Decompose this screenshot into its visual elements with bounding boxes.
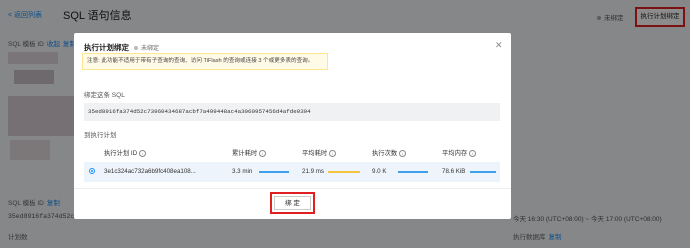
modal-status: 未绑定 [134,43,159,52]
avg-latency-bar [328,171,360,173]
bind-button-highlight[interactable]: 绑 定 [270,192,315,214]
bind-sql-label: 绑定这条 SQL [84,92,125,99]
close-icon[interactable]: ✕ [495,40,503,51]
exec-count-bar [398,171,428,173]
plan-id-cell: 3e1c324ac732a6b9fc408ea108... [104,168,196,175]
total-latency-cell: 3.3 min [232,168,253,175]
col-exec-count: 执行次数 i [372,148,407,157]
info-icon: i [399,149,407,157]
col-avg-memory: 平均内存 i [442,148,477,157]
warning-banner: 注意: 此功能不适用于带有子查询的查询、访问 TiFlash 的查询或连接 3 … [82,53,328,70]
col-plan-id: 执行计划 ID i [104,148,147,157]
status-dot-icon [134,46,138,51]
modal-footer-divider [74,188,511,189]
bind-button[interactable]: 绑 定 [274,196,311,210]
col-avg-latency: 平均耗时 i [302,148,337,157]
info-icon: i [259,149,267,157]
to-plan-label: 到执行计划 [84,132,117,139]
modal-title: 执行计划绑定 [84,43,129,52]
sql-hash-box: 35ed8916fa374d52c73960434687acbf7a499448… [84,103,500,121]
avg-latency-cell: 21.9 ms [302,168,325,175]
info-icon: i [469,149,477,157]
exec-count-cell: 9.0 K [372,168,387,175]
col-total-latency: 累计耗时 i [232,148,267,157]
plan-row[interactable]: 3e1c324ac732a6b9fc408ea108... 3.3 min 21… [84,162,500,182]
plan-binding-modal: 执行计划绑定 未绑定 ✕ 注意: 此功能不适用于带有子查询的查询、访问 TiFl… [74,33,511,219]
total-latency-bar [259,171,289,173]
avg-memory-bar [470,171,496,173]
plan-radio[interactable] [89,168,95,174]
avg-memory-cell: 78.6 KiB [442,168,466,175]
info-icon: i [329,149,337,157]
info-icon: i [139,149,147,157]
